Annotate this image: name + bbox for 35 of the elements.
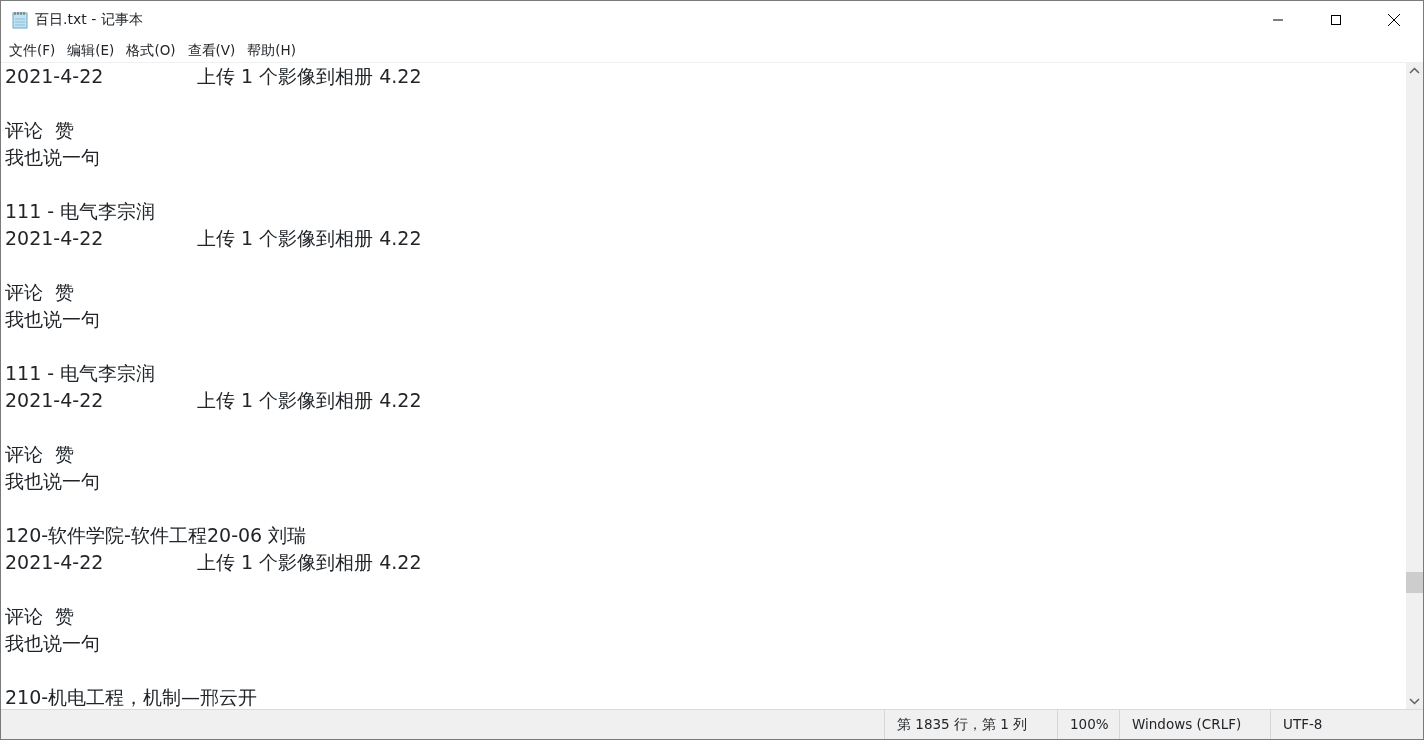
close-icon [1387,12,1401,27]
status-text: 第 1835 行，第 1 列 [897,715,1028,735]
text-line: 上传 1 个影像到相册 4.22 [197,226,422,251]
text-line: 我也说一句 [5,145,100,170]
text-line: 评论 赞 [5,280,75,305]
date-text: 2021-4-22 [5,388,105,413]
window-title: 百日.txt - 记事本 [35,10,143,29]
text-line: 我也说一句 [5,307,100,332]
scrollbar[interactable] [1406,63,1423,709]
date-text: 2021-4-22 [5,550,105,575]
text-line: 120-软件学院-软件工程20-06 刘瑞 [5,523,307,548]
text-line: 111 - 电气李宗润 [5,199,156,224]
status-text: Windows (CRLF) [1132,715,1242,735]
text-line: 评论 赞 [5,118,75,143]
menu-item[interactable]: 查看(V) [181,39,242,61]
text-line: 210-机电工程，机制—邢云开 [5,685,258,709]
status-text: 100% [1070,715,1109,735]
menu-item[interactable]: 格式(O) [120,39,182,61]
menu-item[interactable]: 编辑(E) [61,39,121,61]
maximize-icon [1330,13,1342,26]
menu-item[interactable]: 帮助(H) [241,39,303,61]
status-text: UTF-8 [1283,715,1323,735]
text-line: 上传 1 个影像到相册 4.22 [197,550,422,575]
text-line: 评论 赞 [5,604,75,629]
text-line: 评论 赞 [5,442,75,467]
text-line: 上传 1 个影像到相册 4.22 [197,64,422,89]
text-line: 111 - 电气李宗润 [5,361,156,386]
menu-item[interactable]: 文件(F) [3,39,62,61]
scroll-thumb[interactable] [1406,572,1423,593]
text-line: 我也说一句 [5,469,100,494]
date-text: 2021-4-22 [5,226,105,251]
notepad-icon [11,10,29,29]
date-text: 2021-4-22 [5,64,105,89]
text-line: 上传 1 个影像到相册 4.22 [197,388,422,413]
text-line: 我也说一句 [5,631,100,656]
